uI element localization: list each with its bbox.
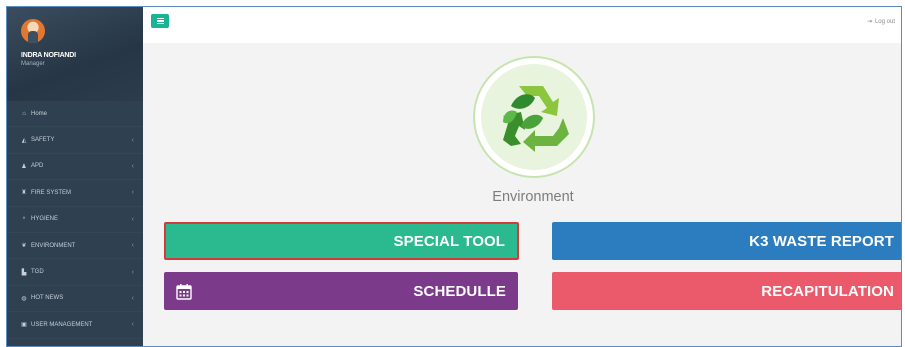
chevron-left-icon: ‹ [131,294,134,302]
sign-out-icon: ⇥ [866,19,872,25]
user-icon: ♟ [21,163,27,170]
fire-extinguisher-icon: ♜ [21,190,27,197]
schedulle-label: SCHEDULLE [413,282,506,300]
recapitulation-button[interactable]: RECAPITULATION [552,272,901,310]
user-role: Manager [21,61,45,67]
chevron-left-icon: ‹ [131,321,134,329]
home-icon: ⌂ [22,110,26,117]
sidebar-item-apd[interactable]: ♟ APD ‹ [7,154,143,180]
sidebar-item-label: Home [31,110,48,117]
sidebar-item-label: APD [31,163,44,170]
logout-link[interactable]: ⇥ Log out [866,18,895,26]
recycle-leaf-icon [503,86,569,152]
lock-icon: ▣ [21,322,27,329]
sidebar-item-environment[interactable]: ❦ ENVIRONMENT ‹ [7,233,143,259]
schedulle-button[interactable]: SCHEDULLE [164,272,518,310]
chart-icon: ▙ [21,269,27,276]
k3-waste-report-label: K3 WASTE REPORT [749,232,894,250]
sidebar: INDRA NOFIANDI Manager ⌂ Home ◭ SAFETY ‹ ♟ APD… [7,7,143,346]
leaf-icon: ❦ [21,243,27,250]
app-window: INDRA NOFIANDI Manager ⌂ Home ◭ SAFETY ‹ ♟ APD… [6,6,902,347]
shower-icon: ♆ [21,216,27,223]
chevron-left-icon: ‹ [131,189,134,197]
page-title: Environment [492,189,574,205]
sidebar-item-home[interactable]: ⌂ Home [7,101,143,127]
profile-panel: INDRA NOFIANDI Manager [7,7,143,101]
sidebar-item-safety[interactable]: ◭ SAFETY ‹ [7,127,143,153]
calendar-icon [176,283,192,300]
sidebar-item-label: HOT NEWS [31,295,64,302]
sidebar-item-label: FIRE SYSTEM [31,189,72,196]
sidebar-menu: ⌂ Home ◭ SAFETY ‹ ♟ APD ‹ ♜ FIRE SYSTEM ‹ ♆ HYGIENE ‹… [7,101,143,339]
sidebar-item-label: ENVIRONMENT [31,242,76,249]
globe-icon: ◍ [21,295,27,302]
special-tool-label: SPECIAL TOOL [393,232,505,250]
sidebar-item-label: SAFETY [31,137,55,144]
sidebar-item-hygiene[interactable]: ♆ HYGIENE ‹ [7,207,143,233]
menu-toggle-button[interactable] [151,14,169,28]
k3-waste-report-button[interactable]: K3 WASTE REPORT [552,222,901,260]
special-tool-button[interactable]: SPECIAL TOOL [164,222,519,260]
sidebar-item-label: USER MANAGEMENT [31,321,93,328]
sidebar-item-hot-news[interactable]: ◍ HOT NEWS ‹ [7,286,143,312]
avatar[interactable] [21,19,45,43]
environment-logo [473,56,595,178]
recapitulation-label: RECAPITULATION [761,282,894,300]
hamburger-icon-line [156,17,164,19]
sidebar-item-fire-system[interactable]: ♜ FIRE SYSTEM ‹ [7,180,143,206]
sidebar-item-label: HYGIENE [31,216,59,223]
sidebar-item-user-management[interactable]: ▣ USER MANAGEMENT ‹ [7,312,143,338]
chevron-left-icon: ‹ [131,242,134,250]
hamburger-icon-line [156,23,164,25]
main-content: Environment SPECIAL TOOL K3 WASTE REPORT… [143,43,901,346]
user-name[interactable]: INDRA NOFIANDI [21,52,143,59]
sidebar-item-label: TGD [31,269,44,276]
sidebar-item-tgd[interactable]: ▙ TGD ‹ [7,259,143,285]
hamburger-icon-line [156,20,164,22]
logout-label: Log out [874,18,895,25]
chevron-left-icon: ‹ [131,268,134,276]
thumbs-up-icon: ◭ [21,137,27,144]
chevron-left-icon: ‹ [131,136,134,144]
chevron-left-icon: ‹ [131,162,134,170]
top-bar: ⇥ Log out [143,7,901,43]
chevron-left-icon: ‹ [131,215,134,223]
